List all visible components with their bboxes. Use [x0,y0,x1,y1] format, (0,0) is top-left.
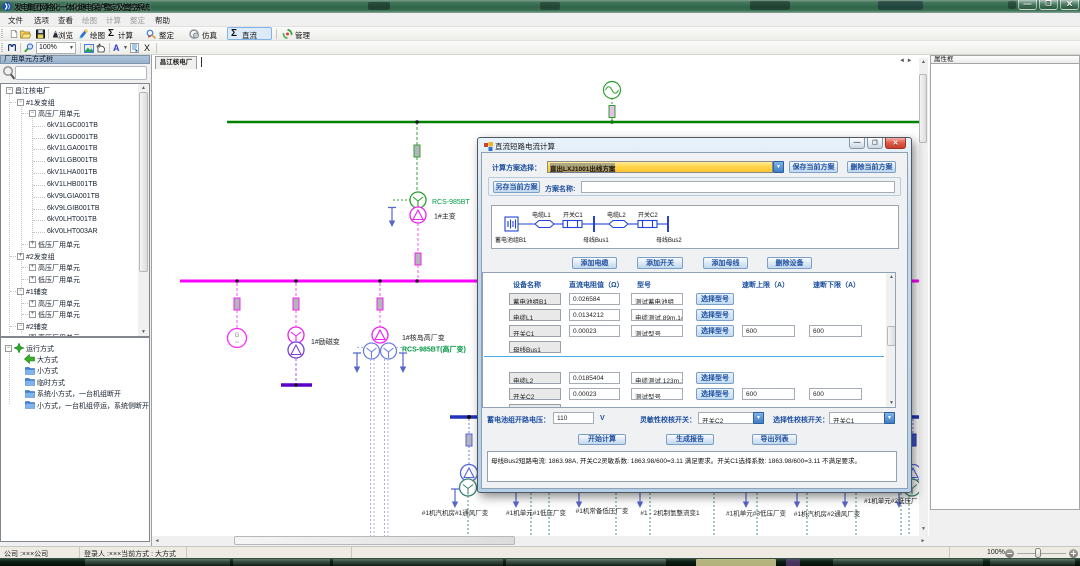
svg-text:1#核岛高厂变: 1#核岛高厂变 [402,333,445,342]
svg-text:#1机单元#3低压厂变: #1机单元#3低压厂变 [726,509,786,518]
svg-text:1#励磁变: 1#励磁变 [311,337,340,346]
svg-text:母线Bus1: 母线Bus1 [583,236,609,244]
svg-text:开关C1: 开关C1 [563,211,583,219]
svg-text:开关C2: 开关C2 [638,211,658,219]
svg-text:#1机汽机房#1通风厂变: #1机汽机房#1通风厂变 [422,508,489,517]
svg-text:#1机单元#1低压厂变: #1机单元#1低压厂变 [506,508,566,517]
svg-text:~: ~ [235,338,240,347]
svg-text:#1机单元#2低压厂: #1机单元#2低压厂 [864,496,918,505]
svg-text:RCS-985BT: RCS-985BT [432,199,470,206]
svg-text:#1机汽机房#2通风厂变: #1机汽机房#2通风厂变 [794,509,861,518]
svg-text:RCS-985BT(高厂变): RCS-985BT(高厂变) [402,345,466,354]
svg-text:#1机常备低压厂变: #1机常备低压厂变 [576,506,629,515]
svg-text:#1 - 2机制氢整流变1: #1 - 2机制氢整流变1 [640,508,700,517]
svg-text:1#主变: 1#主变 [434,212,456,221]
svg-text:电缆L2: 电缆L2 [607,211,626,219]
svg-text:蓄电池组B1: 蓄电池组B1 [495,236,527,244]
svg-text:母线Bus2: 母线Bus2 [656,236,682,244]
svg-text:电缆L1: 电缆L1 [532,211,551,219]
